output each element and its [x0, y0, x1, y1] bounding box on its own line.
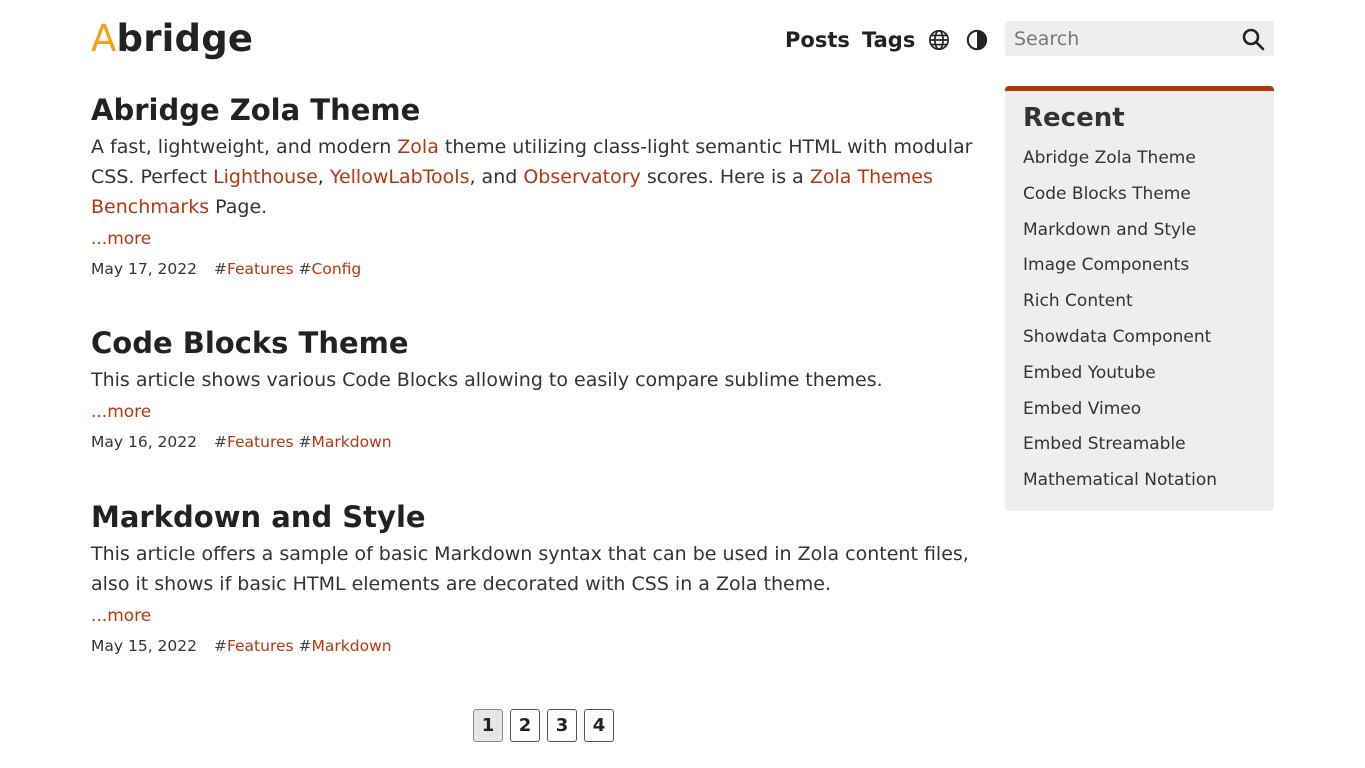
- post-date: May 16, 2022: [91, 433, 197, 451]
- list-item: Code Blocks Theme: [1023, 177, 1256, 213]
- list-item: Abridge Zola Theme: [1023, 141, 1256, 177]
- page-1-button[interactable]: 1: [473, 709, 503, 742]
- post-date: May 17, 2022: [91, 260, 197, 278]
- summary-text: scores. Here is a: [640, 166, 810, 188]
- summary-text: , and: [469, 166, 524, 188]
- logo-text: bridge: [116, 17, 254, 60]
- page-4-button[interactable]: 4: [584, 709, 614, 742]
- recent-link[interactable]: Embed Vimeo: [1023, 399, 1141, 419]
- read-more-link[interactable]: ...more: [91, 400, 883, 424]
- tag-hash: #: [213, 433, 227, 451]
- zola-link[interactable]: Zola: [397, 136, 439, 158]
- language-button[interactable]: [927, 28, 951, 52]
- nav-tags-container: Tags: [862, 24, 915, 56]
- recent-link[interactable]: Markdown and Style: [1023, 220, 1196, 240]
- list-item: Markdown and Style: [1023, 213, 1256, 249]
- globe-icon: [929, 30, 949, 50]
- read-more-link[interactable]: ...more: [91, 227, 996, 251]
- recent-sidebar: Recent Abridge Zola Theme Code Blocks Th…: [1005, 86, 1274, 511]
- tag-link[interactable]: Config: [312, 260, 362, 278]
- list-item: Showdata Component: [1023, 320, 1256, 356]
- post-item: Abridge Zola Theme A fast, lightweight, …: [91, 90, 996, 280]
- recent-link[interactable]: Embed Youtube: [1023, 363, 1156, 383]
- tag-hash: #: [298, 433, 312, 451]
- summary-text: A fast, lightweight, and modern: [91, 136, 398, 158]
- tag-hash: #: [213, 637, 227, 655]
- page-3-button[interactable]: 3: [547, 709, 577, 742]
- post-summary: This article shows various Code Blocks a…: [91, 369, 883, 391]
- post-title-link[interactable]: Abridge Zola Theme: [91, 93, 420, 127]
- search-button[interactable]: [1240, 26, 1266, 52]
- page-2-button[interactable]: 2: [510, 709, 540, 742]
- post-date: May 15, 2022: [91, 637, 197, 655]
- lighthouse-link[interactable]: Lighthouse: [213, 166, 318, 188]
- sidebar-title: Recent: [1023, 103, 1125, 133]
- post-meta: May 17, 2022 #Features #Config: [91, 258, 996, 280]
- search-form: [1005, 21, 1274, 56]
- recent-link[interactable]: Image Components: [1023, 255, 1189, 275]
- tag-link[interactable]: Markdown: [312, 637, 392, 655]
- contrast-icon: [966, 29, 988, 51]
- list-item: Rich Content: [1023, 284, 1256, 320]
- theme-toggle-button[interactable]: [965, 28, 989, 52]
- site-logo[interactable]: Abridge: [91, 17, 253, 61]
- recent-link[interactable]: Embed Streamable: [1023, 434, 1186, 454]
- observatory-link[interactable]: Observatory: [523, 166, 640, 188]
- list-item: Image Components: [1023, 248, 1256, 284]
- nav-tags-link[interactable]: Tags: [862, 28, 915, 52]
- search-icon: [1242, 28, 1265, 51]
- recent-link[interactable]: Rich Content: [1023, 291, 1133, 311]
- post-item: Markdown and Style This article offers a…: [91, 497, 996, 657]
- tag-hash: #: [213, 260, 227, 278]
- pagination: 1 2 3 4: [473, 709, 614, 742]
- nav-posts-link[interactable]: Posts: [785, 28, 850, 52]
- post-title-link[interactable]: Code Blocks Theme: [91, 326, 409, 360]
- list-item: Embed Streamable: [1023, 427, 1256, 463]
- list-item: Mathematical Notation: [1023, 463, 1256, 499]
- summary-text: ,: [317, 166, 330, 188]
- tag-link[interactable]: Features: [227, 260, 294, 278]
- search-input[interactable]: [1005, 21, 1230, 56]
- post-item: Code Blocks Theme This article shows var…: [91, 323, 883, 453]
- tag-hash: #: [298, 637, 312, 655]
- post-summary: A fast, lightweight, and modern Zola the…: [91, 132, 996, 222]
- tag-link[interactable]: Markdown: [312, 433, 392, 451]
- list-item: Embed Youtube: [1023, 356, 1256, 392]
- tag-hash: #: [298, 260, 312, 278]
- post-summary: This article offers a sample of basic Ma…: [91, 543, 969, 595]
- recent-link[interactable]: Code Blocks Theme: [1023, 184, 1191, 204]
- logo-first-letter: A: [91, 17, 117, 60]
- recent-link[interactable]: Mathematical Notation: [1023, 470, 1217, 490]
- recent-list: Abridge Zola Theme Code Blocks Theme Mar…: [1023, 141, 1256, 499]
- list-item: Embed Vimeo: [1023, 392, 1256, 428]
- summary-text: Page.: [209, 196, 268, 218]
- recent-link[interactable]: Abridge Zola Theme: [1023, 148, 1196, 168]
- nav-posts-container: Posts: [785, 24, 850, 56]
- recent-link[interactable]: Showdata Component: [1023, 327, 1211, 347]
- tag-link[interactable]: Features: [227, 637, 294, 655]
- post-meta: May 15, 2022 #Features #Markdown: [91, 635, 996, 657]
- tag-link[interactable]: Features: [227, 433, 294, 451]
- post-meta: May 16, 2022 #Features #Markdown: [91, 431, 883, 453]
- read-more-link[interactable]: ...more: [91, 604, 996, 628]
- yellowlabtools-link[interactable]: YellowLabTools: [330, 166, 470, 188]
- post-title-link[interactable]: Markdown and Style: [91, 500, 426, 534]
